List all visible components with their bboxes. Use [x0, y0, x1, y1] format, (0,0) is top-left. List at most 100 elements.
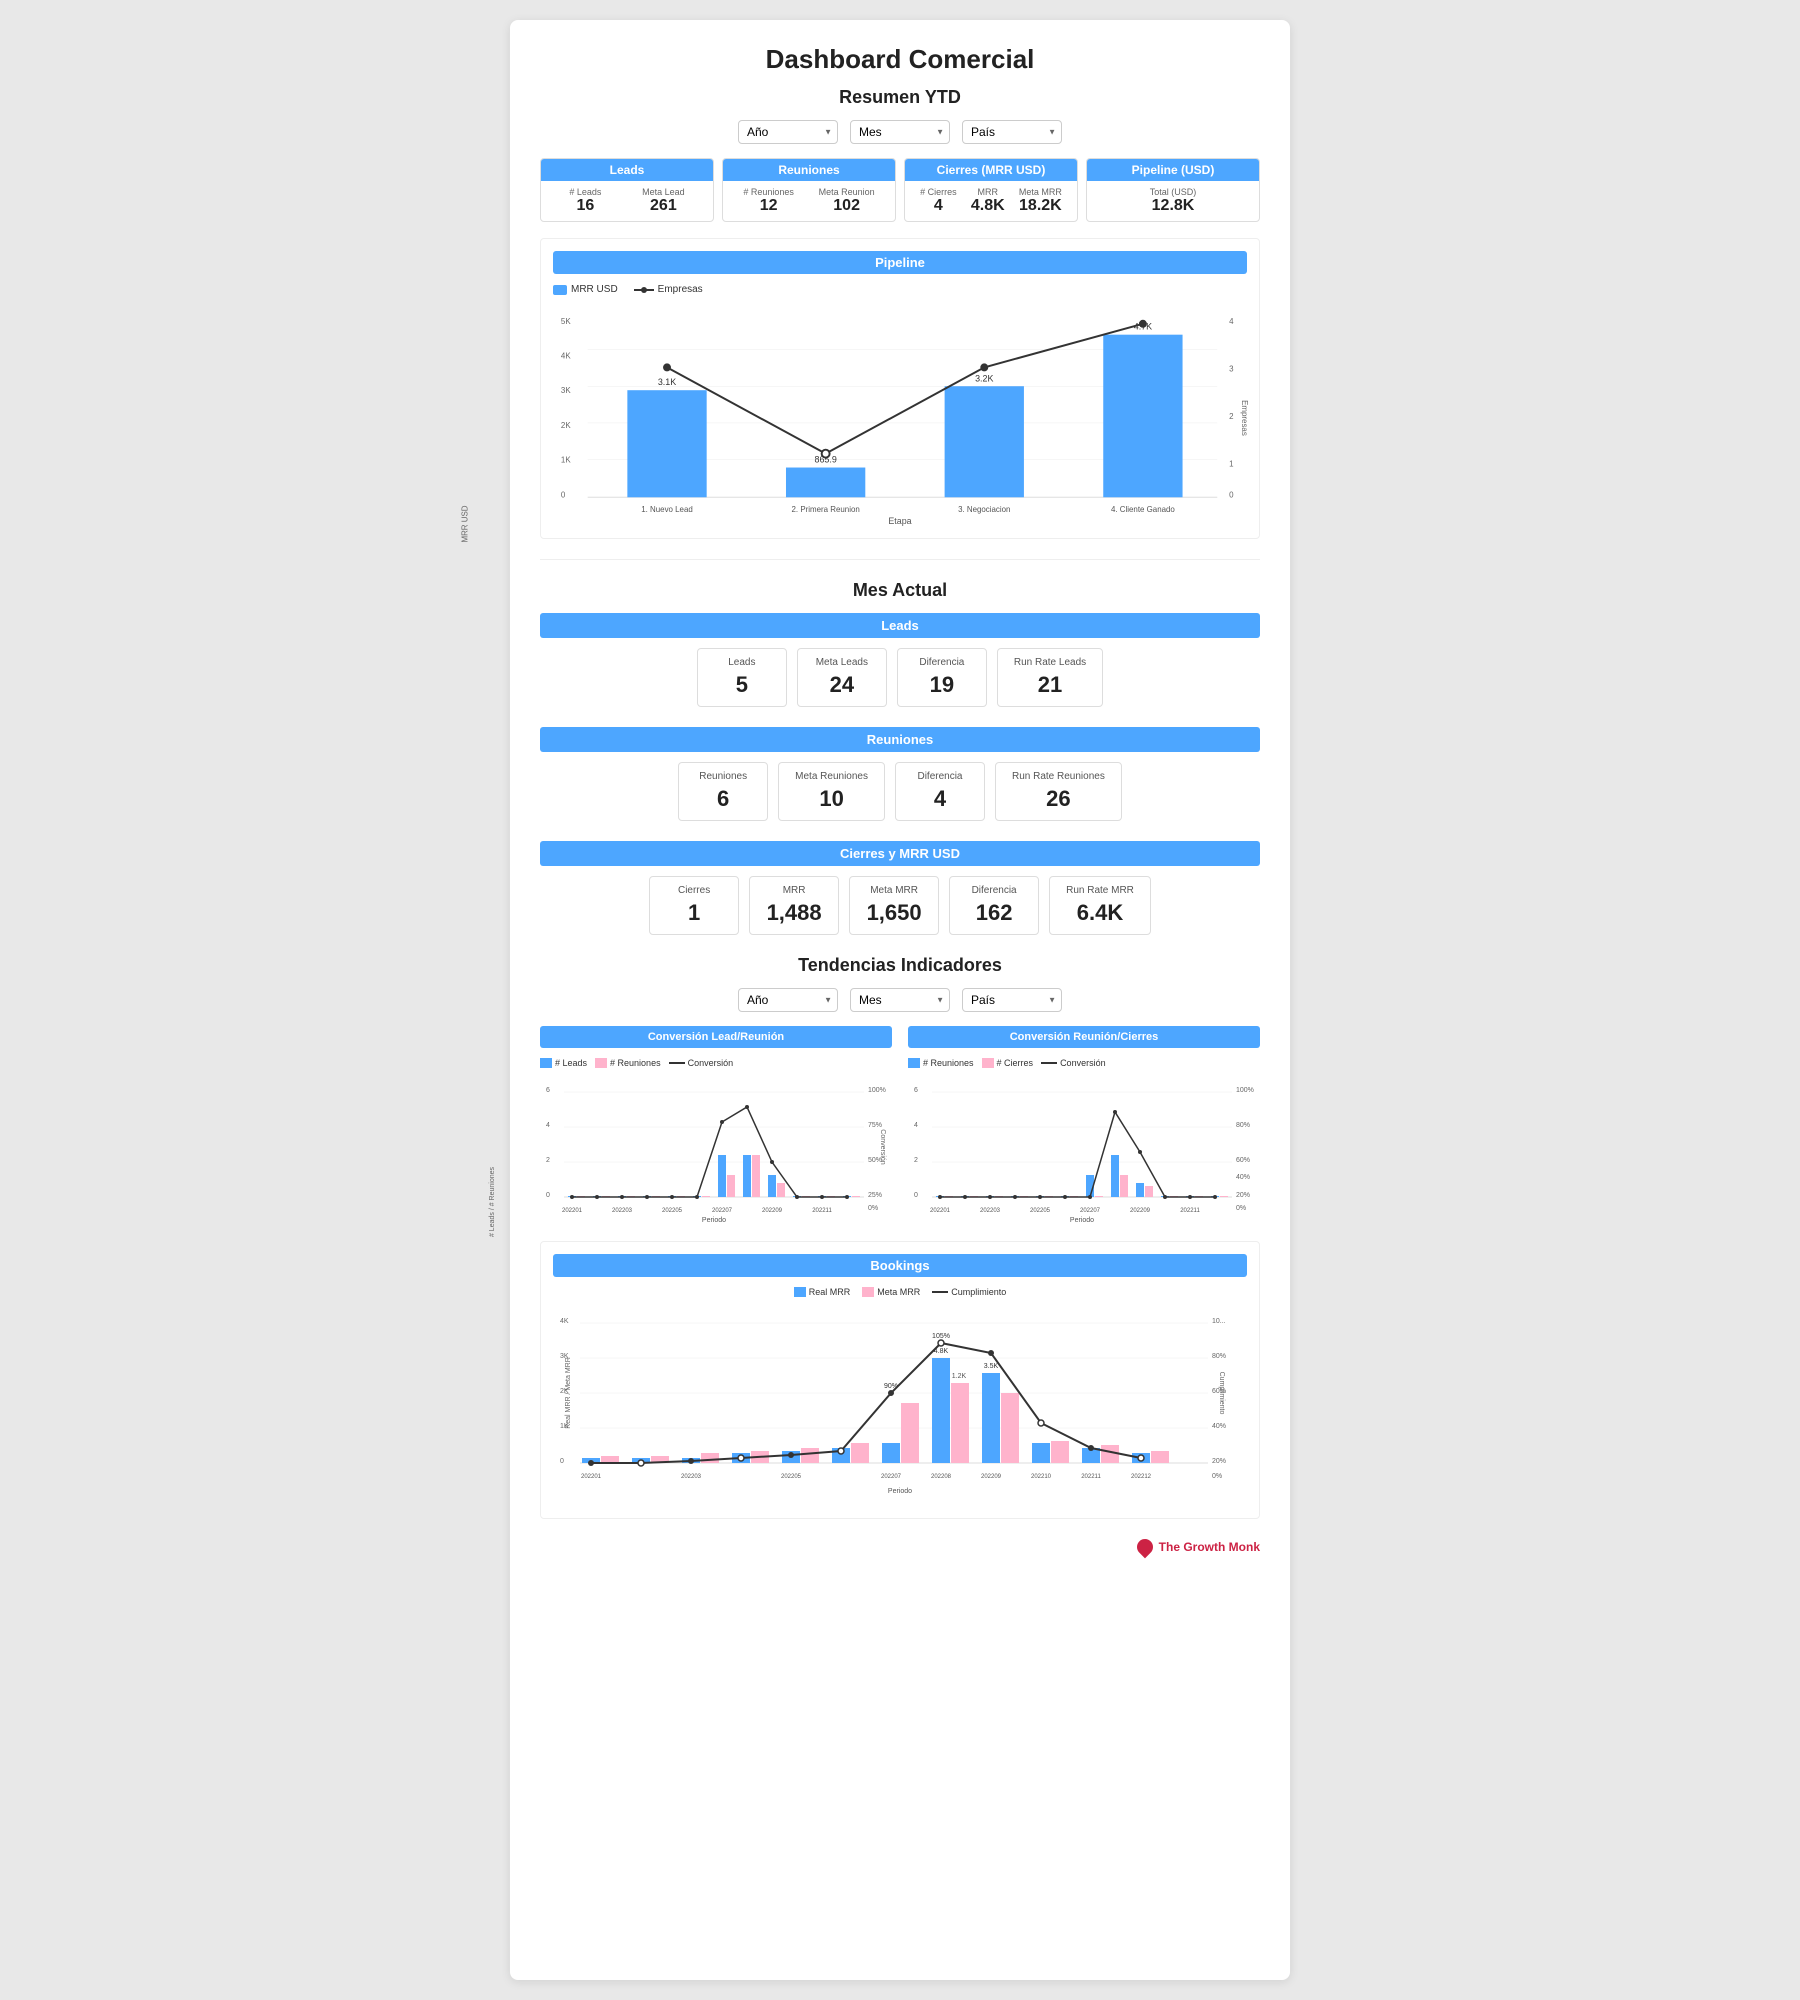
svg-text:202208: 202208	[931, 1474, 952, 1480]
reuniones-count-card: Reuniones 6	[678, 762, 768, 821]
legend-meta-text: Meta MRR	[877, 1287, 920, 1297]
cierres-cards-row: Cierres 1 MRR 1,488 Meta MRR 1,650 Difer…	[540, 876, 1260, 935]
legend-meta-box	[862, 1287, 874, 1297]
mes-filter[interactable]: Mes	[850, 120, 950, 144]
point-3	[980, 363, 988, 371]
legend-mrr-usd: MRR USD	[553, 284, 618, 295]
legend-reuniones-text: # Reuniones	[610, 1058, 661, 1068]
legend-empresas: Empresas	[634, 284, 703, 295]
kpi-leads-meta: Meta Lead 261	[642, 187, 685, 215]
svg-text:202207: 202207	[1080, 1208, 1101, 1214]
conv-reunion-cierres-header: Conversión Reunión/Cierres	[908, 1026, 1260, 1048]
resumen-ytd-title: Resumen YTD	[540, 87, 1260, 108]
svg-text:202201: 202201	[562, 1208, 583, 1214]
conv-lead-reunion-header: Conversión Lead/Reunión	[540, 1026, 892, 1048]
kpi-reuniones-count: # Reuniones 12	[743, 187, 794, 215]
conversion-charts-row: Conversión Lead/Reunión # Leads # Reunio…	[540, 1026, 1260, 1225]
conv-reunion-svg: 6 4 2 0 100% 80% 60% 40% 20% 0%	[908, 1072, 1260, 1222]
svg-text:202211: 202211	[1081, 1474, 1101, 1480]
svg-text:0%: 0%	[1236, 1205, 1246, 1212]
pipeline-legend: MRR USD Empresas	[553, 284, 1247, 295]
svg-text:2K: 2K	[561, 421, 571, 430]
legend-empresas-line	[634, 289, 654, 291]
ano-filter[interactable]: Año	[738, 120, 838, 144]
kpi-pipeline-total: Total (USD) 12.8K	[1150, 187, 1197, 215]
legend-reuniones-item: # Reuniones	[595, 1058, 661, 1068]
cierres-header: Cierres y MRR USD	[540, 841, 1260, 866]
svg-text:202205: 202205	[662, 1208, 683, 1214]
leads-runrate-card: Run Rate Leads 21	[997, 648, 1103, 707]
svg-text:0: 0	[546, 1192, 550, 1199]
svg-text:0: 0	[1229, 490, 1234, 499]
cierres-meta-mrr-card: Meta MRR 1,650	[849, 876, 939, 935]
svg-text:6: 6	[914, 1087, 918, 1094]
legend-cierres2-box	[982, 1058, 994, 1068]
bookings-header: Bookings	[553, 1254, 1247, 1277]
svg-text:4K: 4K	[560, 1318, 569, 1325]
legend-cumpl-text: Cumplimiento	[951, 1287, 1006, 1297]
legend-cierres2-text: # Cierres	[997, 1058, 1034, 1068]
reuniones-meta-card: Meta Reuniones 10	[778, 762, 885, 821]
conv-line	[572, 1107, 847, 1197]
svg-text:202203: 202203	[612, 1208, 633, 1214]
mes-actual-cierres: Cierres y MRR USD Cierres 1 MRR 1,488 Me…	[540, 841, 1260, 935]
svg-text:3K: 3K	[561, 386, 571, 395]
svg-text:202205: 202205	[1030, 1208, 1051, 1214]
tendencias-filters: Año Mes País	[540, 988, 1260, 1012]
svg-text:3. Negociacion: 3. Negociacion	[958, 505, 1010, 514]
svg-text:60%: 60%	[1236, 1157, 1250, 1164]
conv-lead-legend: # Leads # Reuniones Conversión	[540, 1058, 892, 1068]
kpi-pipeline-header: Pipeline (USD)	[1087, 159, 1259, 181]
svg-text:4. Cliente Ganado: 4. Cliente Ganado	[1111, 505, 1175, 514]
kpi-cierres-header: Cierres (MRR USD)	[905, 159, 1077, 181]
pais-filter[interactable]: País	[962, 120, 1062, 144]
leads-cards-row: Leads 5 Meta Leads 24 Diferencia 19 Run …	[540, 648, 1260, 707]
reuniones-runrate-card: Run Rate Reuniones 26	[995, 762, 1122, 821]
ytd-filters: Año Mes País	[540, 120, 1260, 144]
tendencias-title: Tendencias Indicadores	[540, 955, 1260, 976]
pais-filter-wrap: País	[962, 120, 1062, 144]
reuniones-cards-row: Reuniones 6 Meta Reuniones 10 Diferencia…	[540, 762, 1260, 821]
tend-mes-filter[interactable]: Mes	[850, 988, 950, 1012]
svg-text:0%: 0%	[868, 1205, 878, 1212]
bar-stage3	[945, 386, 1024, 497]
legend-reun2-item: # Reuniones	[908, 1058, 974, 1068]
bar-stage2	[786, 468, 865, 498]
svg-text:202201: 202201	[930, 1208, 951, 1214]
bar-stage4	[1103, 335, 1182, 498]
svg-text:Real MRR / Meta MRR: Real MRR / Meta MRR	[565, 1357, 572, 1429]
kpi-meta-mrr: Meta MRR 18.2K	[1019, 187, 1062, 215]
svg-text:3.5K: 3.5K	[984, 1363, 999, 1370]
svg-text:Empresas: Empresas	[1240, 400, 1249, 436]
tend-pais-wrap: País	[962, 988, 1062, 1012]
svg-text:2: 2	[546, 1157, 550, 1164]
ano-filter-wrap: Año	[738, 120, 838, 144]
legend-reun2-box	[908, 1058, 920, 1068]
kpi-cierres-count: # Cierres 4	[920, 187, 957, 215]
legend-cumpl-line	[932, 1291, 948, 1293]
divider-1	[540, 559, 1260, 560]
tend-ano-wrap: Año	[738, 988, 838, 1012]
kpi-leads: Leads # Leads 16 Meta Lead 261	[540, 158, 714, 222]
svg-text:4K: 4K	[561, 351, 571, 360]
kpi-cierres-body: # Cierres 4 MRR 4.8K Meta MRR 18.2K	[905, 181, 1077, 221]
legend-leads-item: # Leads	[540, 1058, 587, 1068]
svg-text:1K: 1K	[561, 456, 571, 465]
mes-actual-reuniones: Reuniones Reuniones 6 Meta Reuniones 10 …	[540, 727, 1260, 821]
point-4	[1139, 320, 1147, 328]
svg-text:105%: 105%	[932, 1333, 950, 1340]
svg-text:0: 0	[914, 1192, 918, 1199]
bookings-chart-section: Bookings Real MRR Meta MRR Cumplimiento	[540, 1241, 1260, 1519]
leads-meta-card: Meta Leads 24	[797, 648, 887, 707]
pipeline-chart: 5K 4K 3K 2K 1K 0 MRR USD 4 3 2 1 0 Empre…	[553, 303, 1247, 526]
legend-conv2-item: Conversión	[1041, 1058, 1106, 1068]
legend-cumplimiento: Cumplimiento	[932, 1287, 1006, 1297]
cierres-count-card: Cierres 1	[649, 876, 739, 935]
tend-ano-filter[interactable]: Año	[738, 988, 838, 1012]
tend-pais-filter[interactable]: País	[962, 988, 1062, 1012]
kpi-leads-count: # Leads 16	[569, 187, 601, 215]
svg-text:10...: 10...	[1212, 1318, 1226, 1325]
legend-mrr-box	[553, 285, 567, 295]
svg-text:Periodo: Periodo	[702, 1217, 726, 1224]
mes-filter-wrap: Mes	[850, 120, 950, 144]
